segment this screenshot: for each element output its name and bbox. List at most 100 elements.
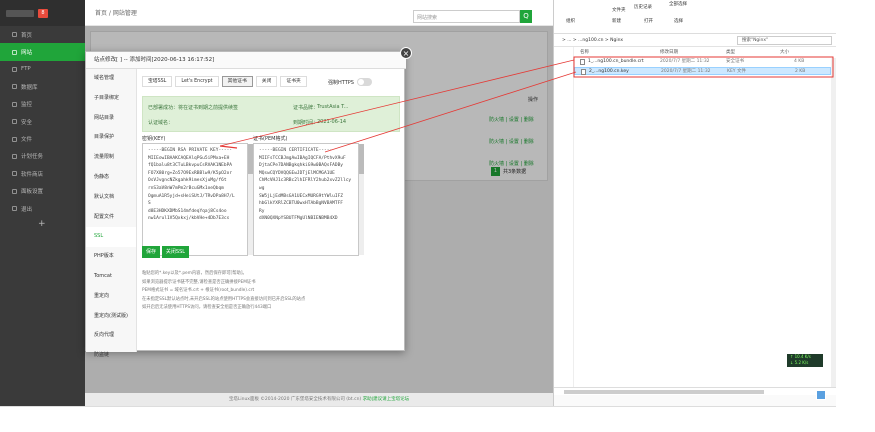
bt-panel-window: 8 首页 网站 FTP 数据库 监控 安全 文件 计划任务 软件商店 面板设置 … (0, 0, 553, 406)
cert-scrollbar[interactable] (359, 144, 364, 255)
sidebar-item-logout[interactable]: 退出 (0, 200, 85, 217)
file-date: 2020/7/7 星期二 11:32 (661, 69, 711, 74)
tab-close[interactable]: 关闭 (255, 76, 278, 87)
explorer-search-input[interactable]: 搜索"Nginx" (737, 36, 832, 45)
file-name: 1_...ng100.cn_bundle.crt (588, 59, 644, 64)
open-group-label: 打开 (644, 19, 653, 24)
sidebar-item-database[interactable]: 数据库 (0, 78, 85, 95)
bottom-divider (0, 406, 836, 407)
menu-dir-protect[interactable]: 目录保护 (86, 128, 136, 148)
monitor-icon (12, 101, 17, 107)
menu-tomcat[interactable]: Tomcat (86, 267, 136, 287)
menu-ssl[interactable]: SSL (86, 227, 136, 248)
menu-subdir[interactable]: 子目录绑定 (86, 89, 136, 109)
sidebar-item-cron[interactable]: 计划任务 (0, 148, 85, 165)
ssl-tabs: 宝塔SSL Let's Encrypt 其他证书 关闭 证书夹 (142, 76, 307, 87)
help-notes: 粘贴您的*.key以及*.pem内容，然后保存即可[帮助]。 如果浏览器提示证书… (142, 270, 305, 313)
force-https-toggle[interactable] (356, 78, 372, 86)
cert-textarea[interactable]: -----BEGIN CERTIFICATE----- MIIFsTCCBJmg… (253, 143, 359, 256)
col-size[interactable]: 大小 (780, 49, 789, 55)
expire-label: 到期时间： (293, 120, 319, 126)
cert-label: 证书(PEM格式) (253, 136, 288, 142)
key-textarea[interactable]: -----BEGIN RSA PRIVATE KEY----- MIIEowIB… (142, 143, 248, 256)
add-icon[interactable]: + (0, 219, 85, 229)
dialog-side-menu: 域名管理 子目录绑定 网站目录 目录保护 流量限制 伪静态 默认文档 配置文件 … (86, 69, 137, 358)
sidebar-item-settings[interactable]: 面板设置 (0, 183, 85, 200)
menu-config[interactable]: 配置文件 (86, 208, 136, 228)
save-button[interactable]: 保存 (142, 246, 160, 258)
sidebar-item-label: 网站 (21, 50, 33, 57)
col-type[interactable]: 类型 (726, 49, 735, 55)
ftp-icon (12, 66, 17, 72)
select-group-label: 选择 (674, 19, 683, 24)
col-date[interactable]: 修改日期 (660, 49, 678, 55)
note-item: 粘贴您的*.key以及*.pem内容，然后保存即可[帮助]。 (142, 271, 247, 276)
logout-icon (12, 206, 17, 212)
force-https-label: 强制HTTPS (328, 79, 354, 86)
new-folder-button[interactable]: 文件夹 (612, 7, 626, 13)
tab-letsencrypt[interactable]: Let's Encrypt (175, 76, 219, 87)
breadcrumb[interactable]: 首页 / 网站管理 (95, 8, 137, 17)
sidebar-item-files[interactable]: 文件 (0, 130, 85, 147)
note-item: 在未指定SSL默认站点时,未开启SSL的站点使用HTTPS会直接访问到已开启SS… (142, 296, 306, 302)
footer: 宝塔Linux面板 ©2014-2020 广东堡塔安全技术有限公司 (bt.cn… (85, 393, 553, 406)
close-ssl-button[interactable]: 关闭SSL (162, 246, 189, 258)
horizontal-scrollbar[interactable] (554, 387, 837, 395)
tray-app-icon[interactable] (816, 390, 826, 400)
close-icon[interactable]: × (400, 47, 412, 59)
file-date: 2020/7/7 星期二 11:32 (660, 59, 710, 64)
sidebar: 8 首页 网站 FTP 数据库 监控 安全 文件 计划任务 软件商店 面板设置 … (0, 0, 85, 406)
sidebar-item-website[interactable]: 网站 (0, 43, 85, 61)
sidebar-item-home[interactable]: 首页 (0, 26, 85, 43)
sidebar-item-label: 面板设置 (21, 189, 44, 196)
gear-icon (12, 188, 17, 194)
ribbon: 历史记录 全部选择 文件夹 新建 打开 选择 组织 (554, 0, 836, 34)
menu-hotlink[interactable]: 防盗链 (86, 346, 136, 366)
tab-other-cert[interactable]: 其他证书 (221, 76, 253, 87)
notification-badge[interactable]: 8 (38, 8, 48, 18)
file-explorer-window: 历史记录 全部选择 文件夹 新建 打开 选择 组织 > ... > ...ng1… (553, 0, 837, 406)
menu-rewrite[interactable]: 伪静态 (86, 168, 136, 188)
file-row[interactable]: 1_...ng100.cn_bundle.crt 2020/7/7 星期二 11… (574, 58, 831, 66)
key-file-icon (581, 69, 586, 75)
sidebar-item-label: 退出 (21, 206, 33, 213)
select-all-button[interactable]: 全部选择 (669, 1, 687, 7)
deploy-status: 已部署成功：将在证书到期之前提供续签 (148, 105, 239, 111)
sidebar-item-store[interactable]: 软件商店 (0, 165, 85, 182)
clock-icon (12, 153, 17, 159)
file-name: 2_...ng100.cn.key (589, 69, 629, 74)
menu-php[interactable]: PHP版本 (86, 247, 136, 267)
note-item: 如果浏览器提示证书链不完整,请检查是否正确拼接PEM证书 (142, 279, 256, 285)
menu-redirect-beta[interactable]: 重定向(测试版) (86, 307, 136, 327)
folder-icon (12, 136, 17, 142)
sidebar-item-monitor[interactable]: 监控 (0, 96, 85, 113)
copyright: 宝塔Linux面板 ©2014-2020 广东堡塔安全技术有限公司 (bt.cn… (228, 397, 362, 402)
menu-redirect[interactable]: 重定向 (86, 287, 136, 307)
certificate-icon (580, 59, 585, 65)
site-search-input[interactable]: 网站搜索 (413, 10, 520, 23)
desktop-edge (836, 0, 875, 406)
menu-traffic[interactable]: 流量限制 (86, 148, 136, 168)
new-group-label: 新建 (612, 19, 621, 24)
shield-icon (12, 119, 17, 125)
sidebar-item-security[interactable]: 安全 (0, 113, 85, 130)
download-speed: ↓ 5.2 K/s (790, 360, 809, 365)
forum-link[interactable]: 求助|建议请上宝塔论坛 (363, 397, 410, 402)
sidebar-item-label: 安全 (21, 119, 33, 126)
auth-domain-label: 认证域名： (148, 120, 174, 126)
history-button[interactable]: 历史记录 (634, 4, 652, 10)
search-button[interactable]: Q (520, 10, 532, 23)
sidebar-item-label: FTP (21, 66, 31, 73)
menu-site-dir[interactable]: 网站目录 (86, 109, 136, 129)
sidebar-item-ftp[interactable]: FTP (0, 61, 85, 78)
col-name[interactable]: 名称 (580, 49, 589, 55)
tab-cert-folder[interactable]: 证书夹 (280, 76, 307, 87)
menu-default-doc[interactable]: 默认文档 (86, 188, 136, 208)
file-row[interactable]: 2_...ng100.cn.key 2020/7/7 星期二 11:32 KEY… (574, 67, 831, 75)
tab-bt-ssl[interactable]: 宝塔SSL (142, 76, 173, 87)
status-bar (554, 395, 837, 406)
file-type: 安全证书 (726, 59, 744, 64)
menu-proxy[interactable]: 反向代理 (86, 326, 136, 346)
home-icon (12, 32, 17, 38)
menu-domain[interactable]: 域名管理 (86, 69, 136, 89)
